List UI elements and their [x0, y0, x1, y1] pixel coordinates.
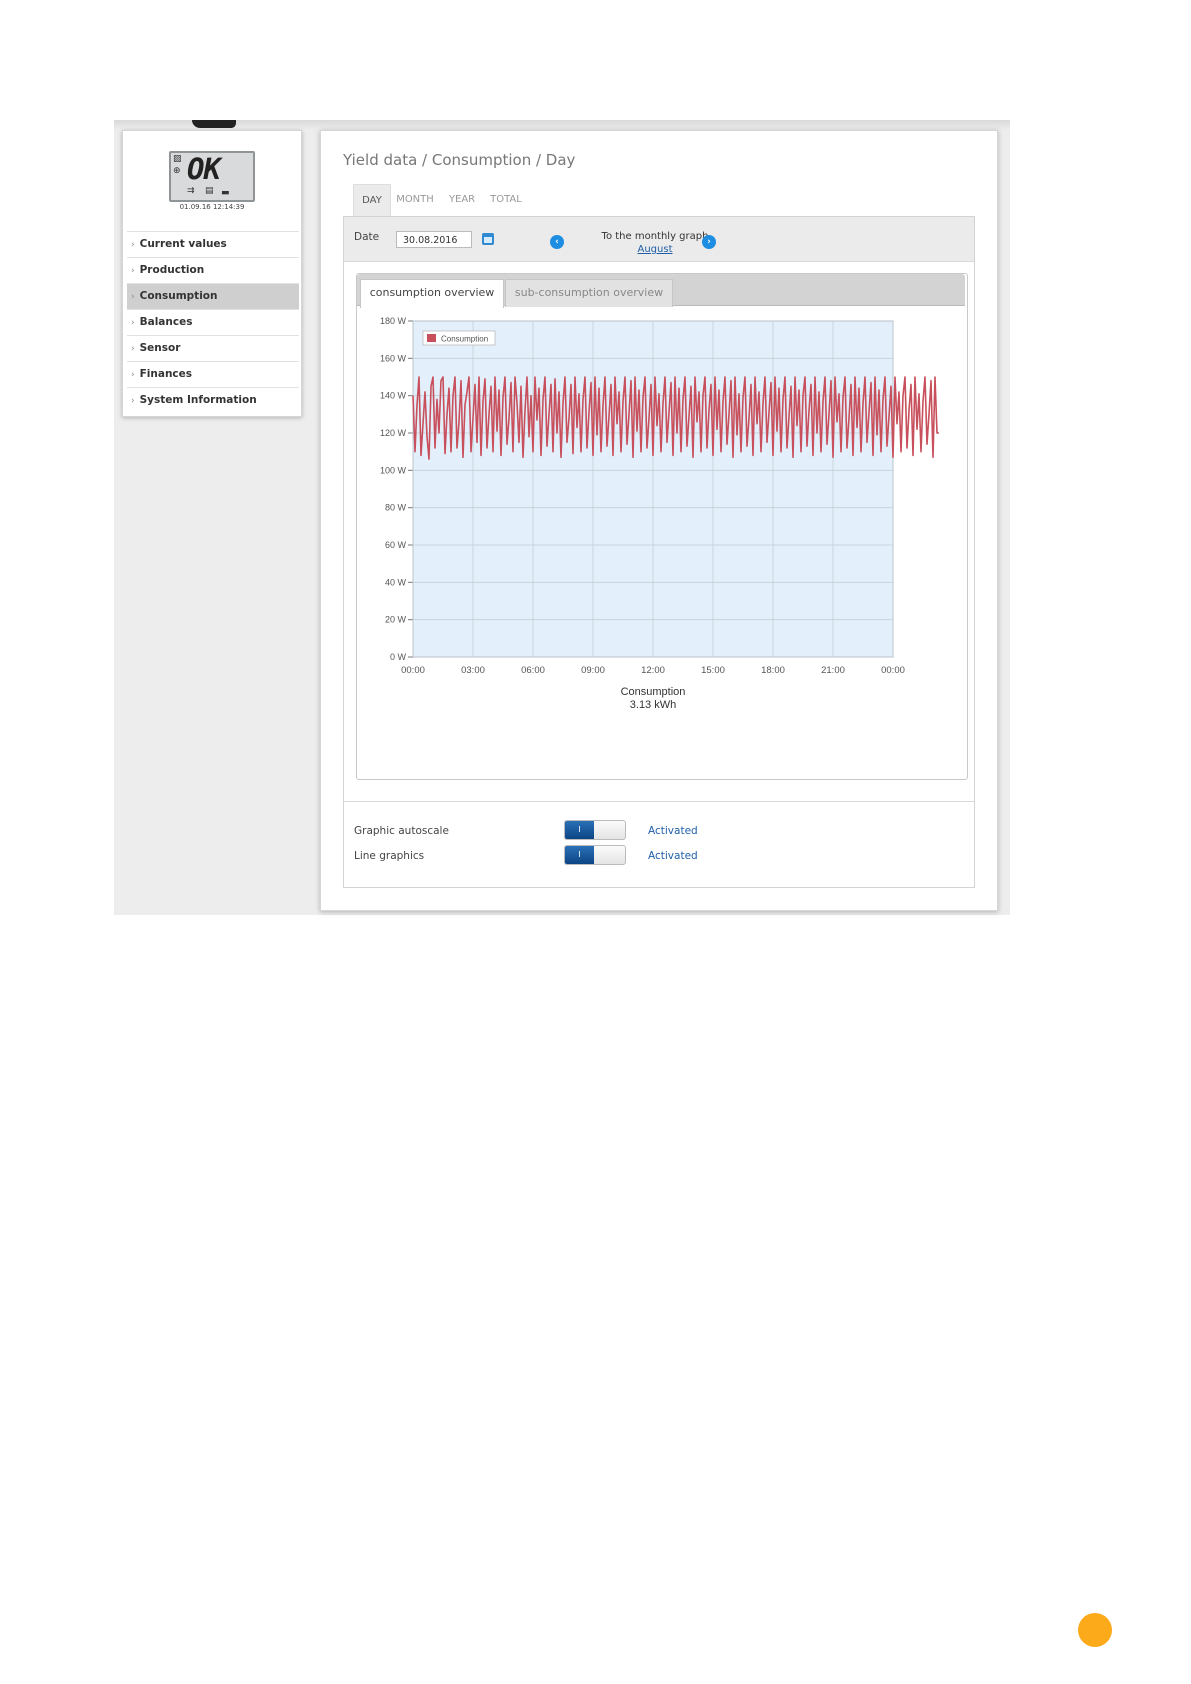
y-tick-label: 0 W: [390, 652, 407, 662]
line-graphics-state: Activated: [648, 850, 698, 862]
consumption-chart: 0 W 20 W 40 W 60 W 80 W 100 W 120 W 140 W 160 W 1…: [380, 316, 939, 711]
toggle-on-indicator: I: [565, 846, 594, 864]
x-tick-label: 00:00: [881, 665, 905, 676]
window-top-edge: [114, 120, 1010, 130]
setting-label-line-graphics: Line graphics: [354, 850, 425, 862]
grid-icon: ⊕: [173, 166, 181, 176]
x-tick-label: 03:00: [461, 665, 485, 676]
x-tick-label: 09:00: [581, 665, 605, 676]
date-input[interactable]: 30.08.2016: [396, 231, 472, 248]
status-text: OK: [187, 152, 221, 186]
summary-value: 3.13 kWh: [630, 699, 676, 711]
setting-label-graphic-autoscale: Graphic autoscale: [354, 825, 449, 837]
chevron-right-icon: ›: [131, 396, 135, 406]
y-tick-label: 20 W: [385, 615, 407, 625]
app-screenshot: ▨ ⊕ OK ⇉ ▤ ▬ 01.09.16 12:14:39 › Current …: [114, 120, 1010, 915]
tab-month[interactable]: MONTH: [393, 184, 437, 215]
sidebar-item-label: System Information: [139, 394, 257, 406]
date-label: Date: [354, 231, 380, 243]
tab-sub-consumption-overview[interactable]: sub-consumption overview: [505, 279, 673, 307]
date-toolbar: Date 30.08.2016 ‹ To the monthly graph A…: [344, 217, 974, 262]
chevron-right-icon: ›: [131, 292, 135, 302]
sidebar-item-label: Production: [139, 264, 205, 276]
x-tick-label: 06:00: [521, 665, 545, 676]
sidebar-item-label: Current values: [139, 238, 227, 250]
chart-panel: consumption overview sub-consumption ove…: [356, 273, 968, 780]
x-tick-label: 21:00: [821, 665, 845, 676]
y-tick-label: 40 W: [385, 577, 407, 587]
graphic-autoscale-toggle[interactable]: I: [564, 820, 626, 840]
previous-day-button[interactable]: ‹: [550, 235, 564, 249]
sidebar-item-label: Sensor: [139, 342, 181, 354]
legend-swatch: [427, 334, 436, 342]
chart-tabs: consumption overview sub-consumption ove…: [357, 274, 965, 308]
y-tick-label: 160 W: [380, 353, 407, 363]
chevron-right-icon: ›: [131, 318, 135, 328]
panel-icon: ▨: [173, 154, 182, 164]
meter-icon: ▤: [205, 186, 214, 196]
tab-total[interactable]: TOTAL: [485, 184, 527, 215]
tab-year[interactable]: YEAR: [445, 184, 479, 215]
device-timestamp: 01.09.16 12:14:39: [179, 203, 245, 211]
top-decoration: [192, 120, 236, 128]
y-tick-label: 60 W: [385, 540, 407, 550]
x-tick-label: 00:00: [401, 665, 425, 676]
sidebar-item-finances[interactable]: › Finances: [127, 361, 299, 387]
line-graphics-toggle[interactable]: I: [564, 845, 626, 865]
lcd-screen: ▨ ⊕ OK ⇉ ▤ ▬: [169, 151, 255, 202]
sidebar: ▨ ⊕ OK ⇉ ▤ ▬ 01.09.16 12:14:39 › Current …: [122, 130, 302, 417]
legend-label: Consumption: [441, 335, 488, 344]
graphic-autoscale-state: Activated: [648, 825, 698, 837]
sidebar-item-system-information[interactable]: › System Information: [127, 387, 299, 413]
y-tick-label: 180 W: [380, 316, 407, 326]
sidebar-item-label: Balances: [139, 316, 193, 328]
sidebar-item-current-values[interactable]: › Current values: [127, 231, 299, 257]
sidebar-nav: › Current values › Production › Consumption…: [127, 231, 299, 413]
content-box: Date 30.08.2016 ‹ To the monthly graph A…: [343, 216, 975, 888]
sidebar-item-consumption[interactable]: › Consumption: [127, 283, 299, 309]
sidebar-item-label: Consumption: [139, 290, 218, 302]
chevron-right-icon: ›: [131, 344, 135, 354]
sidebar-item-sensor[interactable]: › Sensor: [127, 335, 299, 361]
x-tick-label: 18:00: [761, 665, 785, 676]
y-tick-label: 100 W: [380, 465, 407, 475]
tab-consumption-overview[interactable]: consumption overview: [360, 279, 504, 308]
power-flow-icon: ⇉: [187, 186, 195, 196]
x-tick-label: 15:00: [701, 665, 725, 676]
sidebar-item-production[interactable]: › Production: [127, 257, 299, 283]
next-day-button[interactable]: ›: [702, 235, 716, 249]
toggle-on-indicator: I: [565, 821, 594, 839]
sidebar-item-label: Finances: [139, 368, 193, 380]
page-marker-dot: [1078, 1613, 1112, 1647]
y-tick-label: 120 W: [380, 428, 407, 438]
sidebar-item-balances[interactable]: › Balances: [127, 309, 299, 335]
page-title: Yield data / Consumption / Day: [343, 151, 576, 169]
y-tick-label: 140 W: [380, 391, 407, 401]
battery-icon: ▬: [221, 188, 230, 198]
calendar-icon[interactable]: [482, 233, 494, 245]
chevron-right-icon: ›: [131, 240, 135, 250]
settings-divider: [344, 801, 974, 802]
y-tick-label: 80 W: [385, 503, 407, 513]
chevron-right-icon: ›: [131, 370, 135, 380]
x-tick-label: 12:00: [641, 665, 665, 676]
summary-label: Consumption: [621, 686, 686, 698]
tab-day[interactable]: DAY: [353, 184, 391, 216]
main-panel: Yield data / Consumption / Day DAY MONTH…: [320, 130, 998, 911]
device-status-display: ▨ ⊕ OK ⇉ ▤ ▬ 01.09.16 12:14:39: [123, 131, 301, 231]
chevron-right-icon: ›: [131, 266, 135, 276]
